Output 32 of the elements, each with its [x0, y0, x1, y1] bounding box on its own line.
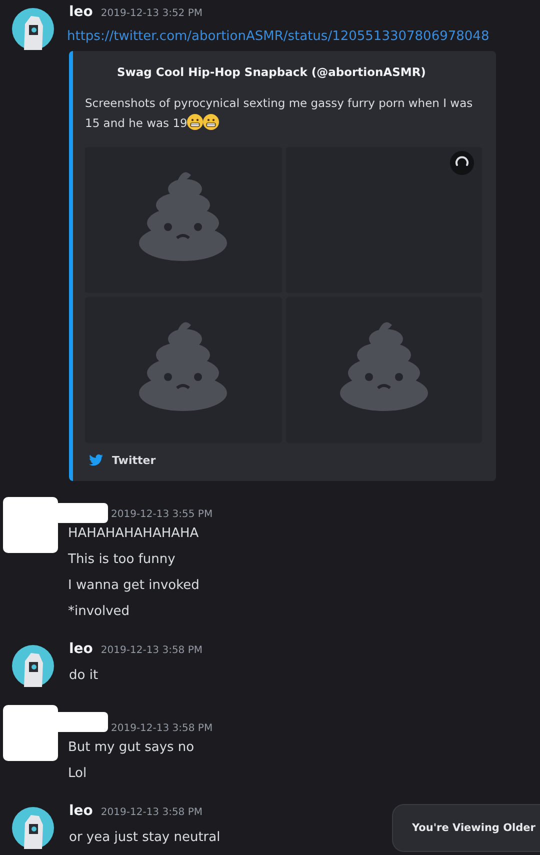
timestamp: 2019-12-13 3:55 PM — [111, 509, 213, 520]
embed-footer: Twitter — [112, 454, 156, 466]
embed-description: Screenshots of pyrocynical sexting me gassy furry porn when I was 15 and he was 19 — [85, 95, 474, 132]
username[interactable]: leo — [69, 4, 93, 20]
message-text: Lol — [68, 765, 88, 783]
avatar[interactable] — [12, 807, 54, 849]
message-text: or yea just stay neutral — [69, 829, 220, 847]
message-text: HAHAHAHAHAHAHA — [68, 525, 200, 543]
avatar[interactable] — [12, 8, 54, 50]
avatar[interactable] — [12, 645, 54, 687]
username[interactable]: leo — [69, 641, 93, 657]
grimacing-face-icon — [187, 114, 204, 130]
embed-title[interactable]: Swag Cool Hip-Hop Snapback (@abortionASMR) — [117, 65, 482, 79]
image-tile[interactable] — [286, 147, 482, 293]
message-text: But my gut says no — [68, 739, 196, 757]
timestamp: 2019-12-13 3:58 PM — [100, 645, 203, 656]
timestamp: 2019-12-13 3:58 PM — [111, 723, 213, 734]
image-tile[interactable] — [85, 297, 282, 443]
message-text: I wanna get invoked — [68, 577, 200, 595]
grimacing-face-icon — [203, 114, 220, 130]
older-messages-bar[interactable]: You're Viewing Older — [392, 804, 540, 852]
timestamp: 2019-12-13 3:58 PM — [100, 807, 203, 818]
image-tile[interactable] — [85, 147, 282, 293]
username[interactable]: leo — [69, 803, 93, 819]
message-text: This is too funny — [68, 551, 176, 569]
loading-spinner-icon — [450, 151, 474, 175]
message-text: *involved — [68, 603, 131, 621]
timestamp: 2019-12-13 3:52 PM — [100, 8, 203, 19]
twitter-bird-icon — [89, 453, 103, 467]
message-text: do it — [69, 667, 100, 685]
message-link[interactable]: https://twitter.com/abortionASMR/status/1205513307806978048 — [67, 26, 496, 48]
image-tile[interactable] — [286, 297, 482, 443]
